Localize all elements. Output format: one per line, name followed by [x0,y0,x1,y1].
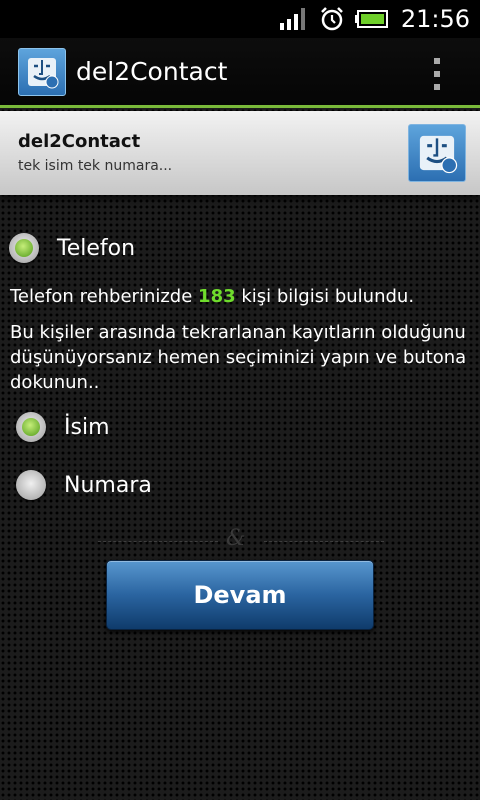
found-suffix: kişi bilgisi bulundu. [235,286,415,307]
overflow-menu-icon[interactable] [434,58,442,90]
radio-isim[interactable]: İsim [16,412,110,442]
radio-telefon[interactable]: Telefon [9,233,135,263]
header-subtitle: tek isim tek numara... [18,158,173,174]
alarm-icon [319,6,345,32]
battery-icon [354,9,389,29]
radio-button[interactable] [16,470,46,500]
contacts-found-text: Telefon rehberinizde 183 kişi bilgisi bu… [10,284,475,309]
header-logo-icon [408,124,466,182]
header-title: del2Contact [18,131,141,152]
clock: 21:56 [400,5,470,33]
radio-numara-label: Numara [64,472,152,498]
found-prefix: Telefon rehberinizde [10,286,199,307]
app-logo-icon [18,47,66,96]
divider-ampersand: & [226,526,246,551]
radio-telefon-label: Telefon [57,235,136,261]
header-banner: del2Contact tek isim tek numara... [0,111,480,195]
app-title: del2Contact [76,57,228,86]
radio-isim-label: İsim [64,414,110,440]
instruction-text: Bu kişiler arasında tekrarlanan kayıtlar… [10,322,467,393]
radio-numara[interactable]: Numara [16,470,152,500]
status-bar: 21:56 [0,0,480,38]
radio-button[interactable] [9,233,39,263]
signal-icon [279,7,309,31]
action-bar: del2Contact [0,38,480,108]
divider: & [98,526,384,554]
radio-button[interactable] [16,412,46,442]
contact-count: 183 [198,286,236,307]
devam-button[interactable]: Devam [106,560,374,630]
